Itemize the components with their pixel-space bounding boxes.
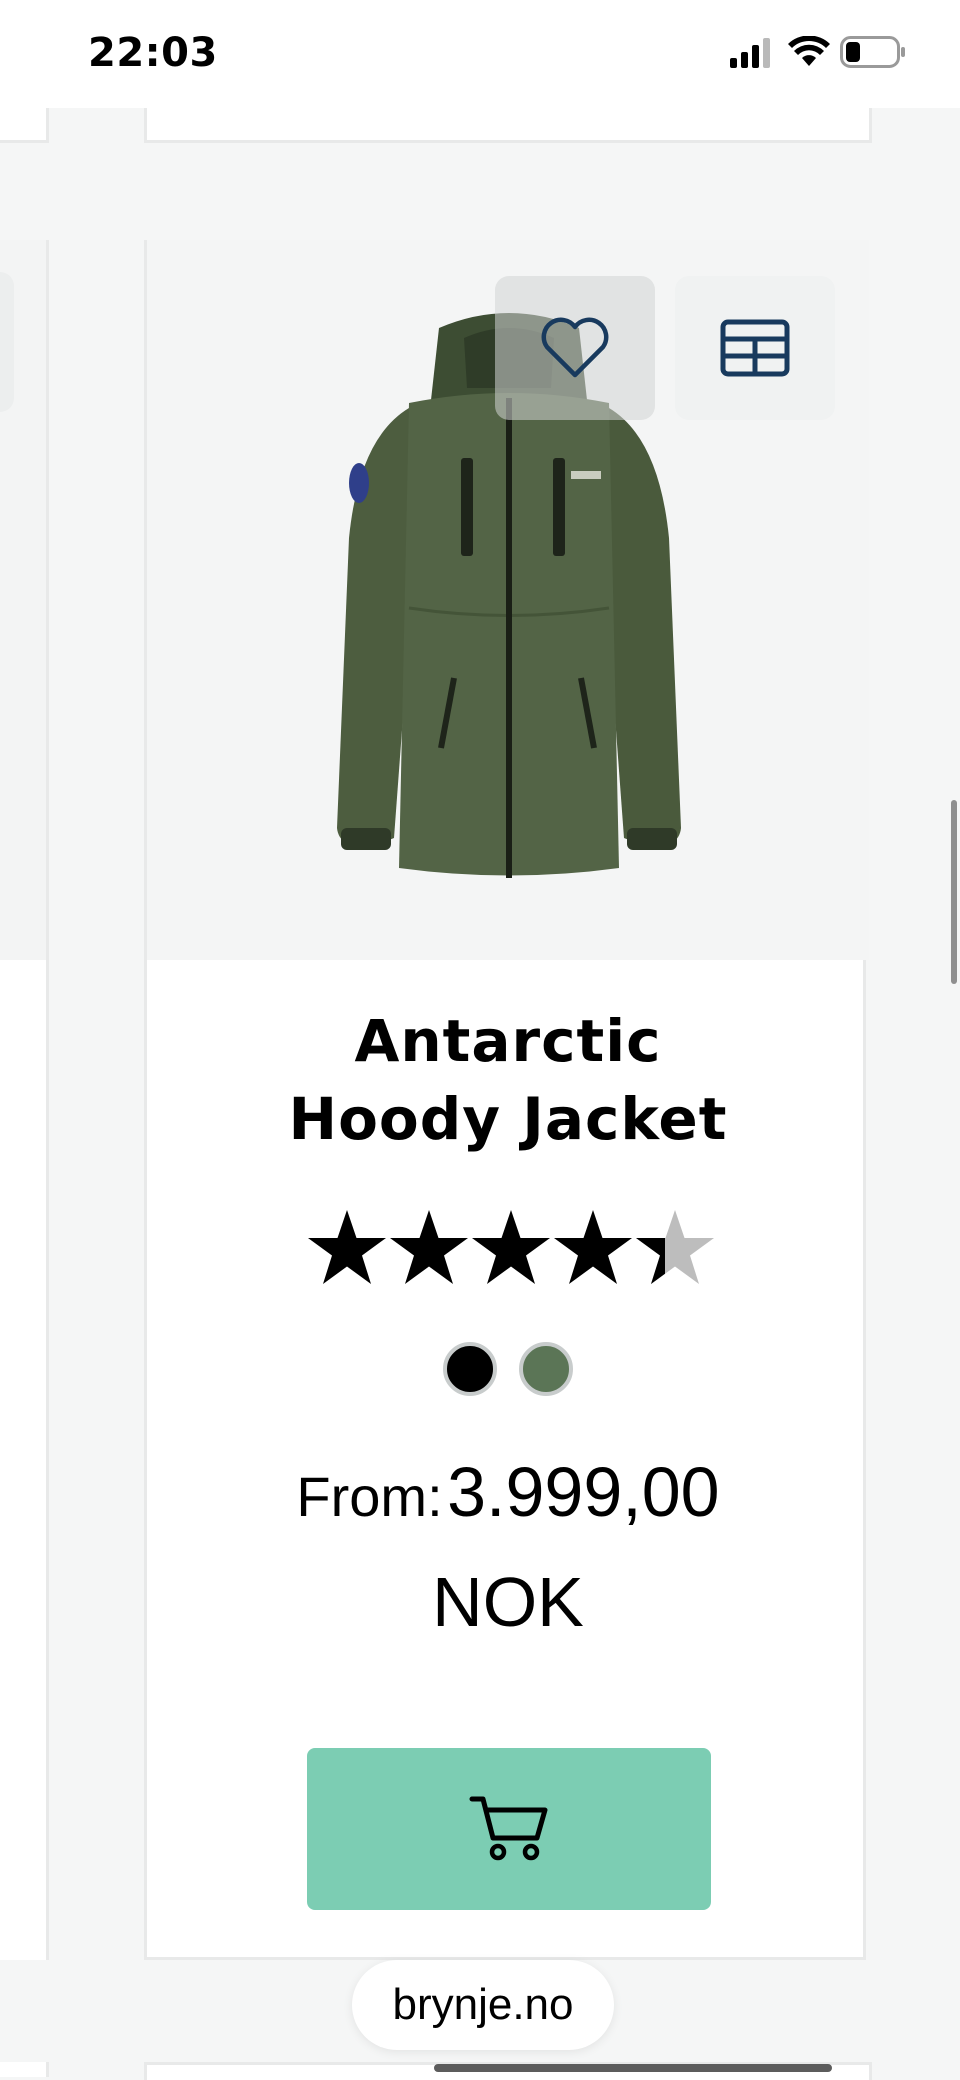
product-card[interactable]: Antarctic Hoody Jacket From: 3.999,00 NO…: [144, 240, 869, 1960]
star-icon: [472, 1210, 550, 1284]
product-title-line-2: Hoody Jacket: [288, 1085, 728, 1153]
color-swatch-black[interactable]: [443, 1342, 497, 1396]
table-icon: [720, 319, 790, 377]
add-to-cart-button[interactable]: [307, 1748, 711, 1910]
product-image[interactable]: [147, 240, 869, 960]
browser-url-pill[interactable]: brynje.no: [352, 1960, 614, 2050]
color-swatches: [147, 1342, 869, 1396]
cart-icon: [469, 1796, 548, 1861]
neighbour-product-card[interactable]: [0, 240, 49, 1960]
star-empty-icon: [636, 1210, 714, 1284]
next-product-card-left: [0, 2062, 49, 2077]
product-title-line-1: Antarctic: [354, 1007, 662, 1075]
wifi-icon: [788, 36, 830, 66]
color-swatch-green[interactable]: [519, 1342, 573, 1396]
price-line: From: 3.999,00: [147, 1452, 869, 1532]
product-title[interactable]: Antarctic Hoody Jacket: [147, 1002, 869, 1158]
rating-stars: [308, 1210, 714, 1284]
cellular-signal-icon: [730, 38, 770, 68]
status-time: 22:03: [88, 30, 218, 76]
heart-icon: [541, 317, 609, 378]
wishlist-button[interactable]: [495, 276, 655, 420]
star-icon: [554, 1210, 632, 1284]
star-icon: [308, 1210, 386, 1284]
star-icon: [390, 1210, 468, 1284]
price-currency: NOK: [432, 1563, 584, 1641]
price-amount: 3.999,00: [447, 1453, 720, 1531]
battery-icon: [840, 36, 905, 68]
home-indicator[interactable]: [434, 2064, 832, 2072]
scrollbar[interactable]: [951, 800, 957, 984]
price-prefix: From:: [296, 1465, 443, 1528]
neighbour-compare-button[interactable]: [0, 272, 14, 412]
status-bar: 22:03: [0, 0, 960, 108]
compare-button[interactable]: [675, 276, 835, 420]
